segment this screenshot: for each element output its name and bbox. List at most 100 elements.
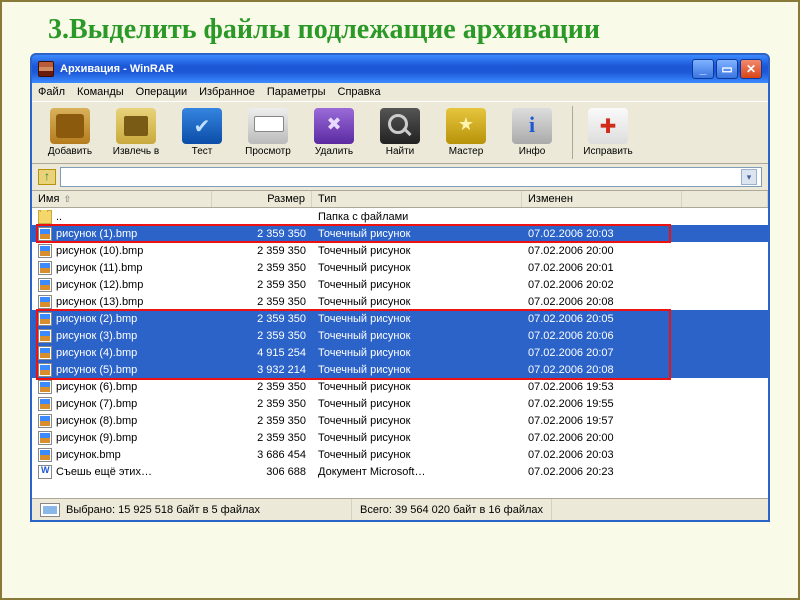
file-type: Точечный рисунок [312, 398, 522, 410]
table-row[interactable]: рисунок.bmp3 686 454Точечный рисунок07.0… [32, 446, 768, 463]
bmp-icon [38, 278, 52, 292]
file-type: Точечный рисунок [312, 381, 522, 393]
bmp-icon [38, 363, 52, 377]
repair-button[interactable]: Исправить [572, 106, 636, 159]
file-size: 2 359 350 [212, 381, 312, 393]
table-row[interactable]: рисунок (10).bmp 2 359 350Точечный рисуно… [32, 242, 768, 259]
titlebar[interactable]: Архивация - WinRAR _ ▭ ✕ [32, 55, 768, 83]
maximize-button[interactable]: ▭ [716, 59, 738, 79]
table-row[interactable]: рисунок (3).bmp 2 359 350Точечный рисунок… [32, 327, 768, 344]
menu-help[interactable]: Справка [338, 86, 381, 98]
table-row[interactable]: рисунок (6).bmp2 359 350Точечный рисунок… [32, 378, 768, 395]
file-type: Точечный рисунок [312, 313, 522, 325]
file-type: Точечный рисунок [312, 347, 522, 359]
view-icon [248, 108, 288, 144]
table-row[interactable]: .. Папка с файлами [32, 208, 768, 225]
file-modified: 07.02.2006 20:06 [522, 330, 682, 342]
doc-icon [38, 465, 52, 479]
bmp-icon [38, 312, 52, 326]
bmp-icon [38, 261, 52, 275]
find-button[interactable]: Найти [368, 106, 432, 159]
add-button[interactable]: Добавить [38, 106, 102, 159]
file-name: рисунок (12).bmp [56, 279, 143, 291]
table-row[interactable]: рисунок (11).bmp2 359 350Точечный рисуно… [32, 259, 768, 276]
view-button[interactable]: Просмотр [236, 106, 300, 159]
menu-commands[interactable]: Команды [77, 86, 124, 98]
file-modified: 07.02.2006 20:01 [522, 262, 682, 274]
table-row[interactable]: рисунок (5).bmp3 932 214Точечный рисунок… [32, 361, 768, 378]
table-row[interactable]: рисунок (4).bmp4 915 254Точечный рисунок… [32, 344, 768, 361]
file-type: Папка с файлами [312, 211, 522, 223]
menu-options[interactable]: Параметры [267, 86, 326, 98]
test-button[interactable]: Тест [170, 106, 234, 159]
file-name: рисунок.bmp [56, 449, 121, 461]
file-name: рисунок (1).bmp [56, 228, 137, 240]
file-size: 2 359 350 [212, 432, 312, 444]
file-name: рисунок (10).bmp [56, 245, 143, 257]
window-title: Архивация - WinRAR [60, 63, 692, 75]
file-size: 2 359 350 [212, 245, 312, 257]
col-name[interactable]: Имя⇧ [32, 191, 212, 207]
table-row[interactable]: рисунок (9).bmp2 359 350Точечный рисунок… [32, 429, 768, 446]
col-type[interactable]: Тип [312, 191, 522, 207]
info-button[interactable]: Инфо [500, 106, 564, 159]
file-modified: 07.02.2006 20:03 [522, 228, 682, 240]
bmp-icon [38, 346, 52, 360]
chevron-down-icon[interactable]: ▾ [741, 169, 757, 185]
file-name: рисунок (3).bmp [56, 330, 137, 342]
menu-favorites[interactable]: Избранное [199, 86, 255, 98]
table-row[interactable]: рисунок (8).bmp2 359 350Точечный рисунок… [32, 412, 768, 429]
table-row[interactable]: рисунок (7).bmp2 359 350Точечный рисунок… [32, 395, 768, 412]
file-size: 2 359 350 [212, 228, 312, 240]
extract-button[interactable]: Извлечь в [104, 106, 168, 159]
file-size: 2 359 350 [212, 262, 312, 274]
bmp-icon [38, 380, 52, 394]
file-size: 3 932 214 [212, 364, 312, 376]
file-modified: 07.02.2006 20:00 [522, 432, 682, 444]
status-total: Всего: 39 564 020 байт в 16 файлах [352, 499, 552, 520]
file-size: 2 359 350 [212, 330, 312, 342]
file-name: рисунок (8).bmp [56, 415, 137, 427]
menu-file[interactable]: Файл [38, 86, 65, 98]
path-combo[interactable]: ▾ [60, 167, 762, 187]
wizard-icon [446, 108, 486, 144]
bmp-icon [38, 227, 52, 241]
file-type: Точечный рисунок [312, 449, 522, 461]
wizard-button[interactable]: Мастер [434, 106, 498, 159]
add-icon [50, 108, 90, 144]
file-modified: 07.02.2006 19:53 [522, 381, 682, 393]
close-button[interactable]: ✕ [740, 59, 762, 79]
file-type: Точечный рисунок [312, 364, 522, 376]
bmp-icon [38, 431, 52, 445]
bmp-icon [38, 397, 52, 411]
table-row[interactable]: рисунок (13).bmp2 359 350Точечный рисуно… [32, 293, 768, 310]
file-type: Точечный рисунок [312, 245, 522, 257]
delete-button[interactable]: Удалить [302, 106, 366, 159]
table-row[interactable]: рисунок (12).bmp2 359 350Точечный рисуно… [32, 276, 768, 293]
table-row[interactable]: рисунок (2).bmp2 359 350Точечный рисунок… [32, 310, 768, 327]
col-modified[interactable]: Изменен [522, 191, 682, 207]
file-name: рисунок (2).bmp [56, 313, 137, 325]
table-row[interactable]: рисунок (1).bmp2 359 350Точечный рисунок… [32, 225, 768, 242]
file-type: Точечный рисунок [312, 330, 522, 342]
file-name: рисунок (9).bmp [56, 432, 137, 444]
file-name: рисунок (11).bmp [56, 262, 143, 274]
bmp-icon [38, 448, 52, 462]
col-size[interactable]: Размер [212, 191, 312, 207]
file-modified: 07.02.2006 20:23 [522, 466, 682, 478]
repair-icon [588, 108, 628, 144]
file-name: .. [56, 211, 62, 223]
up-folder-icon[interactable] [38, 169, 56, 185]
file-size: 4 915 254 [212, 347, 312, 359]
file-size: 306 688 [212, 466, 312, 478]
bmp-icon [38, 295, 52, 309]
minimize-button[interactable]: _ [692, 59, 714, 79]
status-selected: Выбрано: 15 925 518 байт в 5 файлах [32, 499, 352, 520]
file-name: рисунок (7).bmp [56, 398, 137, 410]
menu-operations[interactable]: Операции [136, 86, 187, 98]
bmp-icon [38, 244, 52, 258]
file-type: Точечный рисунок [312, 296, 522, 308]
table-row[interactable]: Съешь ещё этих…306 688Документ Microsoft… [32, 463, 768, 480]
file-list[interactable]: .. Папка с файлами рисунок (1).bmp 2 359 35… [32, 208, 768, 498]
info-icon [512, 108, 552, 144]
